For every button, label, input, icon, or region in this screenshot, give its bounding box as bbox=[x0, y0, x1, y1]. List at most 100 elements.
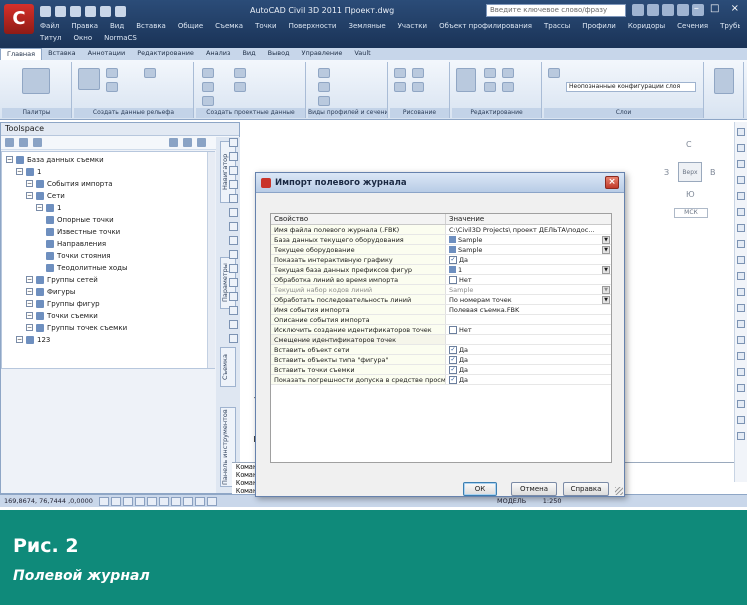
expand-toggle-icon[interactable]: − bbox=[26, 276, 33, 283]
snap-toggle[interactable] bbox=[98, 496, 109, 506]
tree-node[interactable]: −1 bbox=[36, 202, 61, 213]
nav-icon[interactable] bbox=[737, 160, 745, 168]
nav-icon[interactable] bbox=[737, 416, 745, 424]
points-icon[interactable] bbox=[78, 68, 100, 90]
property-value[interactable]: Sample ▼ bbox=[446, 235, 611, 244]
viewcube[interactable]: С З Верх В Ю МСК bbox=[660, 140, 730, 240]
ok-button[interactable]: ОК bbox=[463, 482, 497, 496]
property-row[interactable]: Исключить создание идентификаторов точек… bbox=[271, 325, 611, 335]
section-views-icon[interactable] bbox=[318, 96, 330, 106]
tool-icon[interactable] bbox=[229, 250, 238, 259]
polar-toggle[interactable] bbox=[134, 496, 145, 506]
tool-icon[interactable] bbox=[229, 166, 238, 175]
property-value[interactable]: ✓ Да bbox=[446, 255, 611, 264]
tree-node[interactable]: − Точки съемки bbox=[26, 310, 98, 321]
layer-state-combo[interactable]: Неопознанные конфигурации слоя bbox=[566, 82, 696, 92]
ribbon-tab[interactable]: Управление bbox=[296, 48, 349, 60]
menu-item[interactable]: Правка bbox=[71, 22, 98, 34]
circle-icon[interactable] bbox=[394, 82, 406, 92]
menu-item[interactable]: Вид bbox=[110, 22, 124, 34]
property-value[interactable]: Sample ▼ bbox=[446, 245, 611, 254]
expand-toggle-icon[interactable]: − bbox=[26, 312, 33, 319]
property-row[interactable]: Показать погрешности допуска в средстве … bbox=[271, 375, 611, 385]
surfaces-icon[interactable] bbox=[106, 68, 118, 78]
rotate-icon[interactable] bbox=[502, 68, 514, 78]
otrack-toggle[interactable] bbox=[158, 496, 169, 506]
property-value[interactable]: Полевая съемка.FBK bbox=[446, 305, 611, 314]
profile-view-icon[interactable] bbox=[318, 68, 330, 78]
tool-icon[interactable] bbox=[229, 194, 238, 203]
tree-node[interactable]: Направления bbox=[46, 238, 106, 249]
copy-properties-icon[interactable] bbox=[456, 68, 476, 92]
menu-item[interactable]: Вставка bbox=[136, 22, 166, 34]
communication-icon[interactable] bbox=[662, 4, 674, 16]
traverse-icon[interactable] bbox=[106, 82, 118, 92]
property-row[interactable]: Текущее оборудование Sample ▼ bbox=[271, 245, 611, 255]
property-value[interactable]: 1 ▼ bbox=[446, 265, 611, 274]
open-icon[interactable] bbox=[55, 6, 66, 17]
property-row[interactable]: Описание события импорта bbox=[271, 315, 611, 325]
viewcube-west[interactable]: З bbox=[664, 168, 669, 177]
tree-node[interactable]: − Сети bbox=[26, 190, 65, 201]
tree-node[interactable]: − Группы точек съемки bbox=[26, 322, 127, 333]
redo-icon[interactable] bbox=[115, 6, 126, 17]
property-value[interactable]: Нет bbox=[446, 275, 611, 284]
nav-icon[interactable] bbox=[737, 336, 745, 344]
menu-item[interactable]: Поверхности bbox=[289, 22, 337, 34]
menu-item[interactable]: Профили bbox=[582, 22, 616, 34]
lwt-toggle[interactable] bbox=[194, 496, 205, 506]
expand-toggle-icon[interactable]: − bbox=[26, 324, 33, 331]
tool-icon[interactable] bbox=[229, 306, 238, 315]
property-row[interactable]: Обработать последовательность линий По но… bbox=[271, 295, 611, 305]
viewcube-east[interactable]: В bbox=[710, 168, 716, 177]
menu-item[interactable]: Коридоры bbox=[628, 22, 665, 34]
property-row[interactable]: Вставить точки съемки ✓ Да bbox=[271, 365, 611, 375]
database-icon[interactable] bbox=[33, 138, 42, 147]
save-icon[interactable] bbox=[70, 6, 81, 17]
alignment-icon[interactable] bbox=[202, 68, 214, 78]
ribbon-tab[interactable]: Вставка bbox=[42, 48, 82, 60]
checkbox[interactable] bbox=[448, 325, 457, 334]
dropdown-arrow-icon[interactable]: ▼ bbox=[602, 236, 610, 244]
nav-icon[interactable] bbox=[737, 432, 745, 440]
paste-icon[interactable] bbox=[714, 68, 734, 94]
ribbon-tab[interactable]: Редактирование bbox=[131, 48, 200, 60]
viewcube-south[interactable]: Ю bbox=[686, 190, 695, 199]
expand-toggle-icon[interactable]: − bbox=[16, 168, 23, 175]
property-value[interactable]: C:\Civil3D Projects\ проект ДЕЛЬТА\подос… bbox=[446, 225, 611, 234]
property-value[interactable]: ✓ Да bbox=[446, 375, 611, 384]
menu-item[interactable]: Файл bbox=[40, 22, 59, 34]
close-button[interactable]: × bbox=[605, 176, 619, 189]
tree-node[interactable]: Опорные точки bbox=[46, 214, 114, 225]
sample-lines-icon[interactable] bbox=[318, 82, 330, 92]
expand-toggle-icon[interactable]: − bbox=[26, 300, 33, 307]
ortho-toggle[interactable] bbox=[122, 496, 133, 506]
help-icon[interactable] bbox=[197, 138, 206, 147]
dropdown-arrow-icon[interactable]: ▼ bbox=[602, 266, 610, 274]
expand-toggle-icon[interactable]: − bbox=[26, 192, 33, 199]
expand-toggle-icon[interactable]: − bbox=[26, 180, 33, 187]
dropdown-arrow-icon[interactable]: ▼ bbox=[602, 296, 610, 304]
tool-icon[interactable] bbox=[229, 222, 238, 231]
help-button[interactable]: Справка bbox=[563, 482, 609, 496]
ribbon-tab[interactable]: Вид bbox=[236, 48, 261, 60]
checkbox[interactable]: ✓ bbox=[448, 375, 457, 384]
model-space-toggle[interactable]: МОДЕЛЬ bbox=[497, 497, 526, 505]
favorites-icon[interactable] bbox=[677, 4, 689, 16]
viewcube-north[interactable]: С bbox=[686, 140, 692, 149]
undo-icon[interactable] bbox=[100, 6, 111, 17]
property-value[interactable]: По номерам точек ▼ bbox=[446, 295, 611, 304]
property-row[interactable]: База данных текущего оборудования Sample ▼ bbox=[271, 235, 611, 245]
menu-item[interactable]: Объект профилирования bbox=[439, 22, 532, 34]
new-icon[interactable] bbox=[40, 6, 51, 17]
tool-icon[interactable] bbox=[229, 180, 238, 189]
checkbox[interactable]: ✓ bbox=[448, 365, 457, 374]
checkbox[interactable]: ✓ bbox=[448, 355, 457, 364]
qp-toggle[interactable] bbox=[206, 496, 217, 506]
property-row[interactable]: Имя события импорта Полевая съемка.FBK bbox=[271, 305, 611, 315]
resize-grip[interactable] bbox=[615, 487, 623, 495]
nav-icon[interactable] bbox=[737, 176, 745, 184]
menu-item[interactable]: Общие bbox=[178, 22, 203, 34]
arc-icon[interactable] bbox=[412, 82, 424, 92]
property-value[interactable] bbox=[446, 315, 611, 324]
